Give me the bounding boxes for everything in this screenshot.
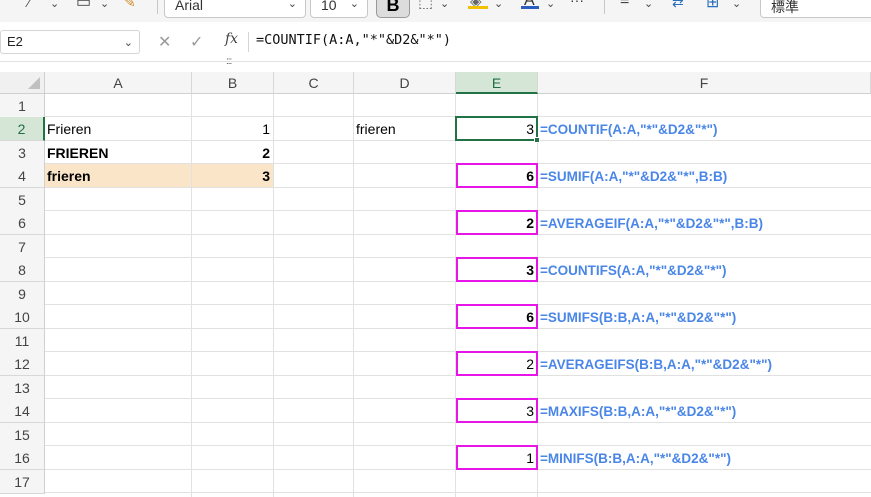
row-header[interactable]: 8 bbox=[0, 258, 45, 282]
row-header[interactable]: 16 bbox=[0, 446, 45, 470]
cell-d2[interactable]: frieren bbox=[354, 117, 455, 140]
row-header[interactable]: 10 bbox=[0, 305, 45, 329]
highlight-box bbox=[456, 304, 538, 329]
highlight-box bbox=[456, 257, 538, 282]
row-header[interactable]: 5 bbox=[0, 188, 45, 212]
row-header[interactable]: 1 bbox=[0, 94, 45, 118]
row-header[interactable]: 15 bbox=[0, 423, 45, 447]
column-header-b[interactable]: B bbox=[192, 72, 274, 94]
formula-note: =MINIFS(B:B,A:A,"*"&D2&"*") bbox=[540, 451, 731, 466]
highlight-box bbox=[456, 163, 538, 188]
formula-note: =MAXIFS(B:B,A:A,"*"&D2&"*") bbox=[540, 404, 737, 419]
formula-note: =SUMIFS(B:B,A:A,"*"&D2&"*") bbox=[540, 310, 737, 325]
cell-a4[interactable]: frieren bbox=[45, 164, 191, 187]
cell-b4[interactable]: 3 bbox=[192, 164, 273, 187]
highlight-box bbox=[456, 445, 538, 470]
cell-a3[interactable]: FRIEREN bbox=[45, 141, 191, 164]
fill-handle[interactable] bbox=[534, 137, 540, 143]
cell-b2[interactable]: 1 bbox=[192, 117, 273, 140]
formula-note: =AVERAGEIF(A:A,"*"&D2&"*",B:B) bbox=[540, 216, 763, 231]
select-all-button[interactable] bbox=[0, 72, 45, 94]
column-header-f[interactable]: F bbox=[538, 72, 871, 94]
highlight-box bbox=[456, 351, 538, 376]
row-header[interactable]: 13 bbox=[0, 376, 45, 400]
column-header-e[interactable]: E bbox=[456, 72, 538, 94]
gridline bbox=[45, 492, 871, 493]
row-header[interactable]: 3 bbox=[0, 141, 45, 165]
gridline bbox=[537, 94, 538, 497]
row-header[interactable]: 14 bbox=[0, 399, 45, 423]
spreadsheet-grid: A B C D E F 1 2 3 4 5 6 7 8 9 10 11 12 1… bbox=[0, 0, 871, 497]
active-cell-border bbox=[455, 116, 538, 141]
row-header[interactable]: 7 bbox=[0, 235, 45, 259]
column-header-c[interactable]: C bbox=[274, 72, 354, 94]
row-header[interactable]: 6 bbox=[0, 211, 45, 235]
row-header[interactable]: 9 bbox=[0, 282, 45, 306]
cell-a2[interactable]: Frieren bbox=[45, 117, 191, 140]
highlight-box bbox=[456, 210, 538, 235]
column-header-d[interactable]: D bbox=[354, 72, 456, 94]
column-header-a[interactable]: A bbox=[45, 72, 192, 94]
row-header[interactable]: 2 bbox=[0, 117, 45, 141]
formula-note: =SUMIF(A:A,"*"&D2&"*",B:B) bbox=[540, 169, 728, 184]
row-header[interactable]: 4 bbox=[0, 164, 45, 188]
cell-b3[interactable]: 2 bbox=[192, 141, 273, 164]
formula-note: =COUNTIFS(A:A,"*"&D2&"*") bbox=[540, 263, 727, 278]
highlight-box bbox=[456, 398, 538, 423]
row-header[interactable]: 11 bbox=[0, 329, 45, 353]
gridline bbox=[455, 94, 456, 497]
gridline bbox=[353, 94, 354, 497]
row-header[interactable]: 12 bbox=[0, 352, 45, 376]
formula-note: =AVERAGEIFS(B:B,A:A,"*"&D2&"*") bbox=[540, 357, 772, 372]
row-header[interactable]: 17 bbox=[0, 470, 45, 494]
formula-note: =COUNTIF(A:A,"*"&D2&"*") bbox=[540, 122, 718, 137]
gridline bbox=[273, 94, 274, 497]
